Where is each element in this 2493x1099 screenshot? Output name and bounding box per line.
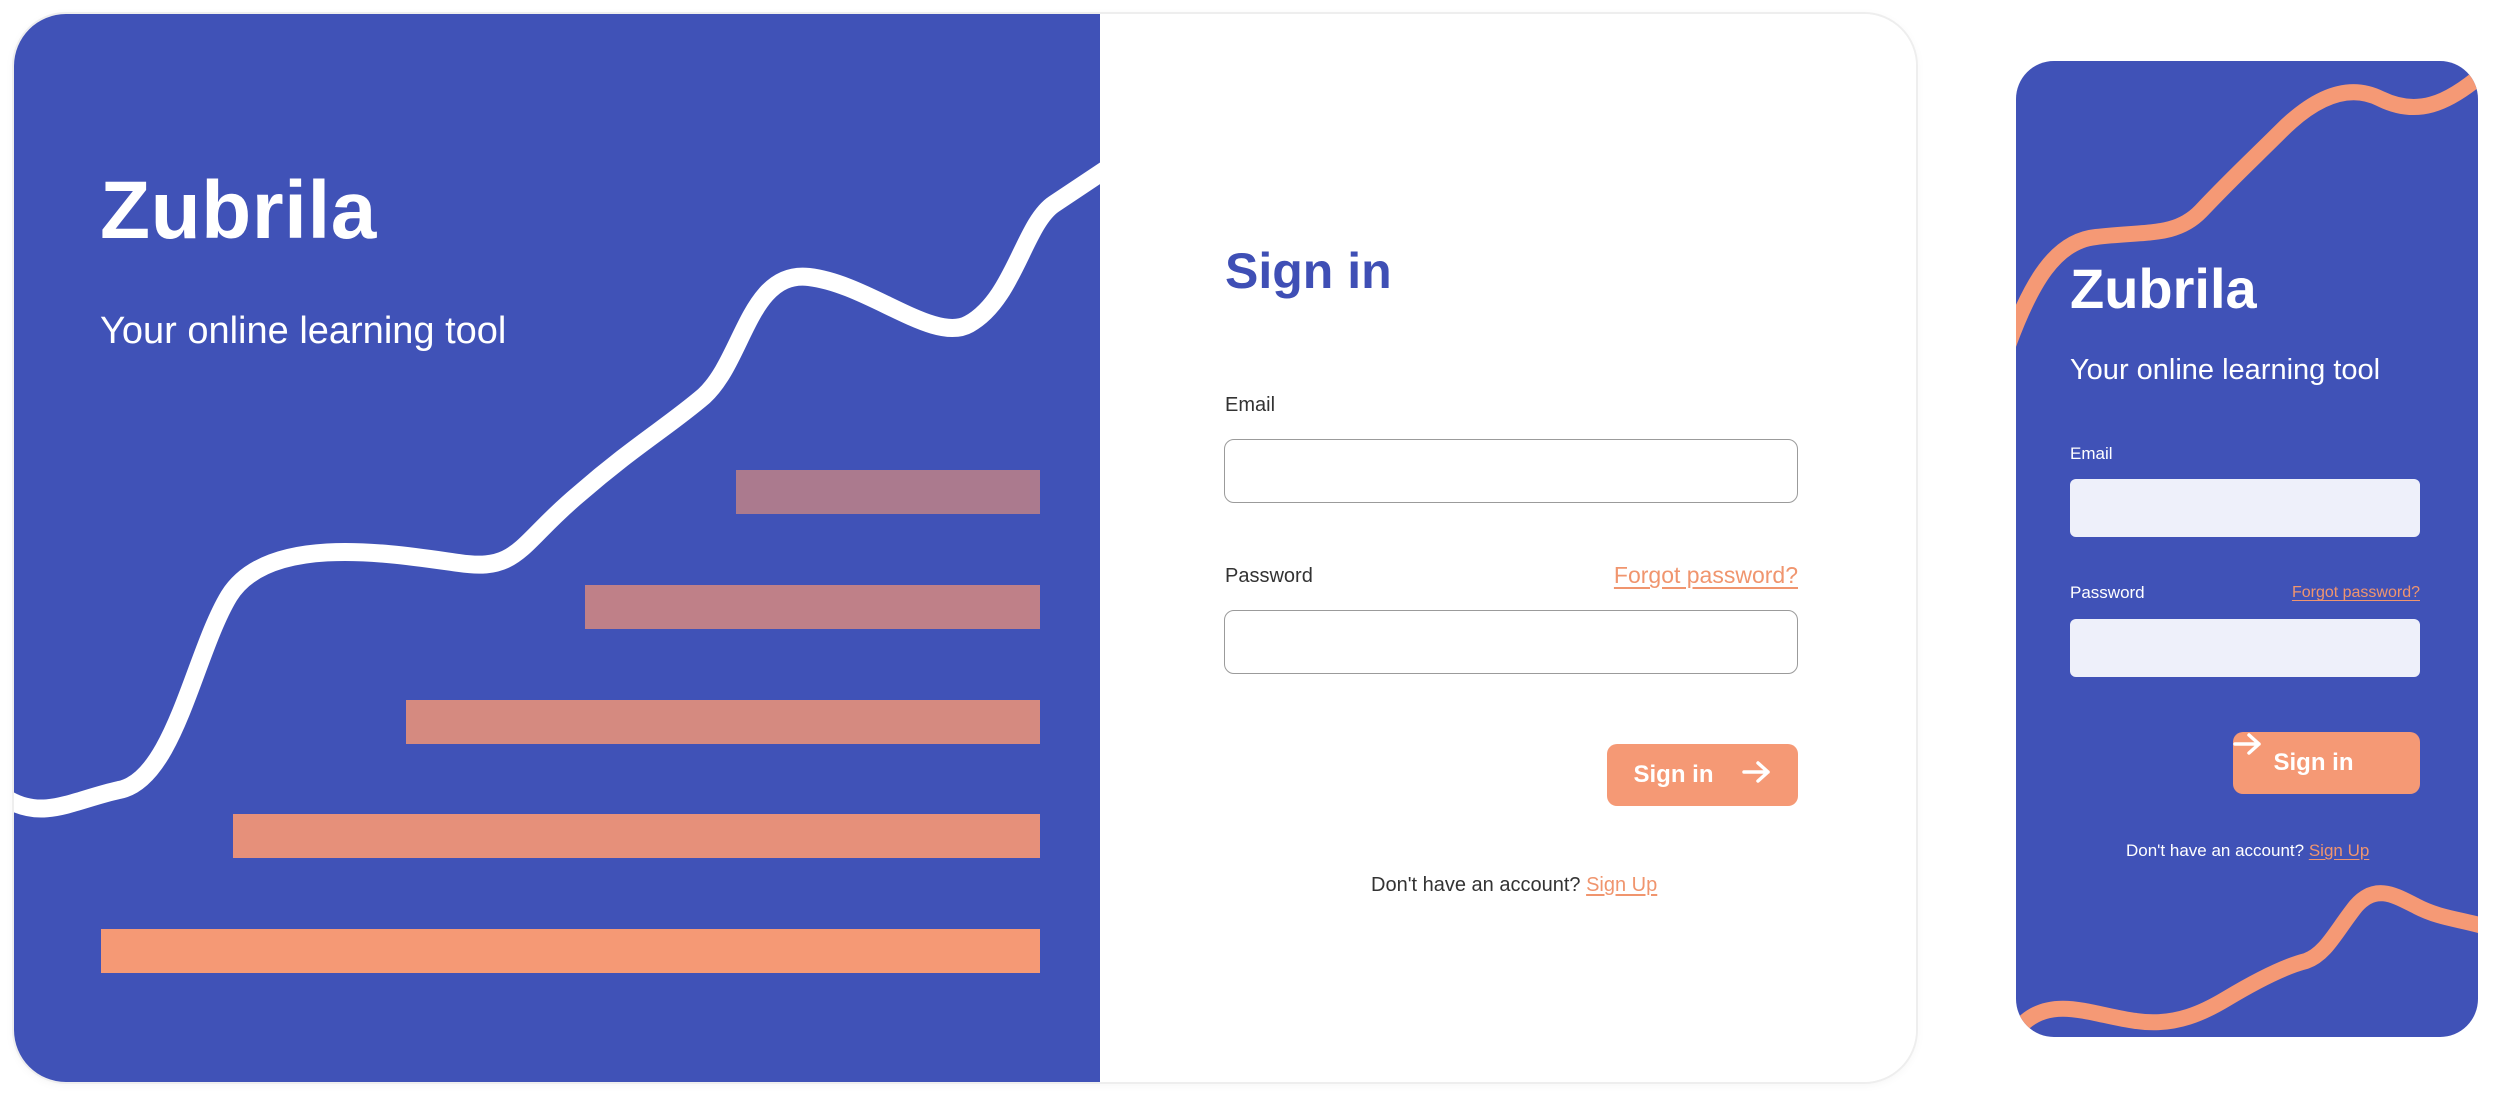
decorative-bar-2 xyxy=(585,585,1040,629)
mobile-email-field[interactable] xyxy=(2070,479,2420,537)
email-field[interactable] xyxy=(1224,439,1798,503)
email-label: Email xyxy=(1225,394,1276,416)
mobile-signin-screen: Zubrila Your online learning tool Email … xyxy=(2016,61,2478,1037)
brand-logo: Zubrila xyxy=(100,165,377,256)
desktop-signin-card: Zubrila Your online learning tool Sign i… xyxy=(14,14,1916,1082)
sign-up-link[interactable]: Sign Up xyxy=(1586,874,1657,896)
signup-prompt-text: Don't have an account? xyxy=(1371,874,1581,896)
password-label: Password xyxy=(1225,565,1313,587)
mobile-email-label: Email xyxy=(2070,444,2113,463)
page-title: Sign in xyxy=(1225,243,1392,299)
decorative-bar-4 xyxy=(233,814,1040,858)
mobile-sign-in-button[interactable]: Sign in xyxy=(2233,732,2420,794)
mobile-brand-logo: Zubrila xyxy=(2070,257,2257,320)
decorative-bar-5 xyxy=(101,929,1040,973)
brand-tagline: Your online learning tool xyxy=(100,310,507,352)
sign-in-button[interactable]: Sign in xyxy=(1607,744,1798,806)
mobile-decoration xyxy=(2016,67,2478,1031)
mobile-password-field[interactable] xyxy=(2070,619,2420,677)
mobile-password-label: Password xyxy=(2070,583,2145,602)
decorative-bar-1 xyxy=(736,470,1040,514)
mobile-sign-up-link[interactable]: Sign Up xyxy=(2309,841,2369,860)
hero-panel: Zubrila Your online learning tool xyxy=(14,14,1100,1082)
mobile-signup-prompt-text: Don't have an account? xyxy=(2126,841,2305,860)
signup-prompt: Don't have an account? Sign Up xyxy=(1371,874,1657,897)
mobile-signup-prompt: Don't have an account? Sign Up xyxy=(2126,841,2369,861)
bottom-wave xyxy=(2018,885,2478,1031)
mobile-sign-in-button-label: Sign in xyxy=(2273,749,2354,776)
decorative-bar-3 xyxy=(406,700,1040,744)
mobile-forgot-password-link[interactable]: Forgot password? xyxy=(2240,584,2420,602)
mobile-brand-tagline: Your online learning tool xyxy=(2070,354,2381,386)
forgot-password-link[interactable]: Forgot password? xyxy=(1540,562,1798,589)
sign-in-button-label: Sign in xyxy=(1633,761,1714,788)
signin-form-panel: Sign in Email Password Forgot password? … xyxy=(1100,14,1916,1082)
arrow-right-icon xyxy=(1741,760,1772,791)
password-field[interactable] xyxy=(1224,610,1798,674)
